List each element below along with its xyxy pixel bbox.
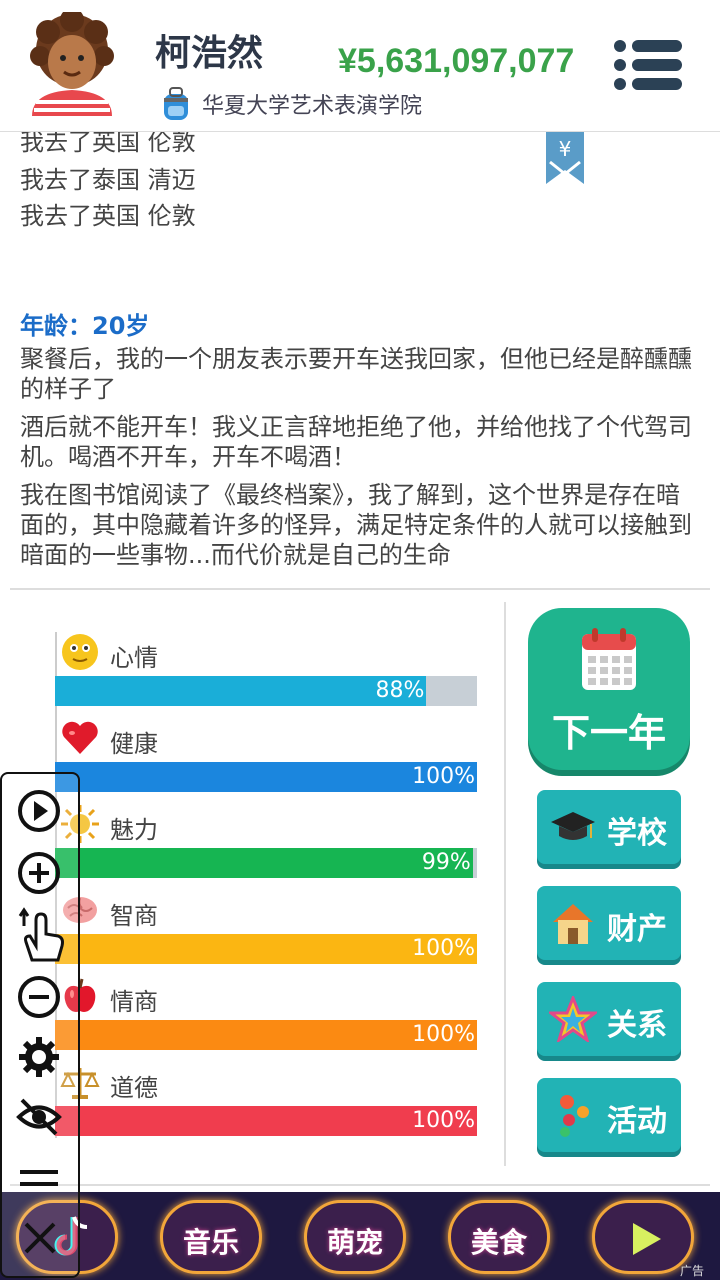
stat-bar-fill: 100% bbox=[55, 762, 477, 792]
stat-bar-fill: 100% bbox=[55, 1020, 477, 1050]
close-icon[interactable] bbox=[22, 1220, 58, 1256]
log-paragraph: 我在图书馆阅读了《最终档案》，我了解到，这个世界是存在暗面的，其中隐藏着许多的怪… bbox=[20, 481, 692, 569]
log-paragraph: 聚餐后，我的一个朋友表示要开车送我回家，但他已经是醉醺醺的样子了 bbox=[20, 345, 692, 403]
event-log[interactable]: 我去了英国 伦敦 我去了泰国 清迈 我去了英国 伦敦 年龄：20岁 聚餐后，我的… bbox=[0, 132, 720, 588]
log-paragraph: 酒后就不能开车！我义正言辞地拒绝了他，并给他找了个代驾司机。喝酒不开车，开车不喝… bbox=[20, 413, 692, 471]
stat-label-eq: 情商 bbox=[110, 988, 158, 1016]
activities-button[interactable]: 活动 bbox=[537, 1078, 681, 1152]
stat-percent: 99% bbox=[421, 850, 471, 875]
music-pill-label: 音乐 bbox=[182, 1226, 239, 1259]
log-line: 我去了泰国 清迈 bbox=[20, 166, 196, 194]
backpack-icon bbox=[164, 87, 188, 120]
zoom-in-icon[interactable] bbox=[16, 850, 62, 896]
hamburger-menu-icon[interactable] bbox=[612, 38, 684, 92]
avatar[interactable] bbox=[28, 12, 116, 116]
next-year-label: 下一年 bbox=[551, 711, 666, 755]
stat-percent: 100% bbox=[412, 764, 475, 789]
star-icon bbox=[549, 996, 597, 1042]
property-button[interactable]: 财产 bbox=[537, 886, 681, 960]
activities-label: 活动 bbox=[607, 1104, 667, 1139]
log-line: 我去了英国 伦敦 bbox=[20, 202, 196, 230]
school-button[interactable]: 学校 bbox=[537, 790, 681, 864]
yen-bookmark-icon[interactable]: ¥ bbox=[546, 132, 584, 184]
stat-label-health: 健康 bbox=[110, 730, 158, 758]
money-balance: ¥5,631,097,077 bbox=[338, 42, 575, 80]
log-line: 我去了英国 伦敦 bbox=[20, 132, 196, 156]
stat-percent: 88% bbox=[375, 678, 425, 703]
house-icon bbox=[553, 904, 593, 944]
school-label: 学校 bbox=[607, 816, 667, 851]
food-pill-label: 美食 bbox=[470, 1226, 527, 1259]
age-heading: 年龄：20岁 bbox=[20, 312, 150, 340]
drag-handle-icon[interactable] bbox=[16, 1164, 62, 1190]
divider bbox=[10, 588, 710, 590]
bookmark-symbol: ¥ bbox=[559, 137, 572, 161]
stat-bar-fill: 100% bbox=[55, 1106, 477, 1136]
calendar-icon bbox=[582, 628, 636, 690]
stat-bar-charm: 99% bbox=[55, 848, 477, 878]
stat-bar-morality: 100% bbox=[55, 1106, 477, 1136]
tap-hand-icon[interactable] bbox=[16, 906, 66, 962]
ad-tag: 广告 bbox=[680, 1264, 705, 1278]
stat-percent: 100% bbox=[412, 1022, 475, 1047]
eye-off-icon[interactable] bbox=[16, 1094, 62, 1140]
stat-bar-fill: 99% bbox=[55, 848, 473, 878]
relations-button[interactable]: 关系 bbox=[537, 982, 681, 1056]
heart-icon bbox=[62, 721, 98, 754]
play-icon bbox=[633, 1223, 661, 1255]
graduation-cap-icon bbox=[551, 812, 595, 840]
stat-percent: 100% bbox=[412, 1108, 475, 1133]
stat-label-mood: 心情 bbox=[110, 644, 158, 672]
actions-divider bbox=[504, 602, 506, 1166]
stat-bar-health: 100% bbox=[55, 762, 477, 792]
zoom-out-icon[interactable] bbox=[16, 974, 62, 1020]
relations-label: 关系 bbox=[607, 1008, 667, 1043]
smiley-icon bbox=[62, 634, 98, 670]
music-pill[interactable]: 音乐 bbox=[160, 1200, 262, 1274]
play-circle-icon[interactable] bbox=[16, 788, 62, 834]
pets-pill-label: 萌宠 bbox=[326, 1226, 383, 1259]
stat-percent: 100% bbox=[412, 936, 475, 961]
stat-bar-iq: 100% bbox=[55, 934, 477, 964]
profile-header: 柯浩然 ¥5,631,097,077 华夏大学艺术表演学院 bbox=[0, 0, 720, 132]
stat-bar-mood: 88% bbox=[55, 676, 477, 706]
school-name: 华夏大学艺术表演学院 bbox=[202, 94, 423, 119]
school-row: 华夏大学艺术表演学院 bbox=[158, 84, 422, 124]
food-pill[interactable]: 美食 bbox=[448, 1200, 550, 1274]
stat-label-charm: 魅力 bbox=[110, 816, 158, 844]
stat-bar-eq: 100% bbox=[55, 1020, 477, 1050]
pets-pill[interactable]: 萌宠 bbox=[304, 1200, 406, 1274]
property-label: 财产 bbox=[607, 912, 667, 947]
activities-icon bbox=[560, 1095, 589, 1137]
floating-toolbar bbox=[0, 772, 80, 1278]
next-year-button[interactable]: 下一年 bbox=[528, 608, 690, 770]
play-pill[interactable] bbox=[592, 1200, 694, 1274]
player-name: 柯浩然 bbox=[155, 33, 264, 74]
divider bbox=[10, 1184, 710, 1186]
gear-icon[interactable] bbox=[16, 1034, 62, 1080]
stat-bar-fill: 100% bbox=[55, 934, 477, 964]
stat-label-morality: 道德 bbox=[110, 1074, 158, 1102]
stat-label-iq: 智商 bbox=[110, 902, 158, 930]
stat-bar-fill: 88% bbox=[55, 676, 427, 706]
